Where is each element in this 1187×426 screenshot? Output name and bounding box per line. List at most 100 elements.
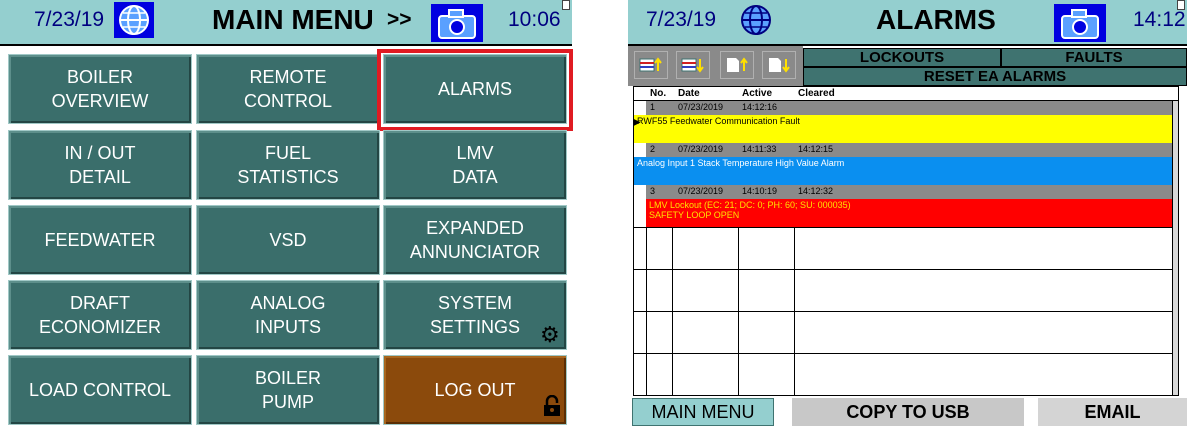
button-label: FEEDWATER xyxy=(44,230,156,250)
button-label: STATISTICS xyxy=(237,167,339,187)
expanded-annunciator-button[interactable]: EXPANDED ANNUNCIATOR xyxy=(383,205,567,275)
copy-to-usb-button[interactable]: COPY TO USB xyxy=(792,398,1024,426)
main-menu-button[interactable]: MAIN MENU xyxy=(632,398,774,426)
grid-line xyxy=(634,269,1178,270)
alarm-no: 3 xyxy=(650,186,656,196)
alarm-row-meta[interactable]: 1 07/23/2019 14:12:16 xyxy=(646,101,1178,115)
main-menu-header: 7/23/19 MAIN MENU >> 10:06 xyxy=(0,0,572,46)
vsd-button[interactable]: VSD xyxy=(196,205,380,275)
alarm-active: 14:12:16 xyxy=(742,102,778,112)
alarm-table: No. Date Active Cleared 1 07/23/2019 14:… xyxy=(633,86,1179,396)
alarm-description: Analog Input 1 Stack Temperature High Va… xyxy=(637,158,845,168)
button-label: OVERVIEW xyxy=(51,91,149,111)
lockouts-tab[interactable]: LOCKOUTS xyxy=(803,48,1001,67)
page-up-icon[interactable] xyxy=(720,51,754,79)
camera-icon[interactable] xyxy=(1054,4,1106,42)
button-label: ECONOMIZER xyxy=(38,317,161,337)
sort-table-descending-icon[interactable] xyxy=(676,51,710,79)
page-down-icon[interactable] xyxy=(762,51,796,79)
button-label: EXPANDED xyxy=(426,218,524,238)
button-label: LOG OUT xyxy=(434,380,516,400)
main-menu-screen: 7/23/19 MAIN MENU >> 10:06 BOILER OVERVIE… xyxy=(0,0,573,426)
boiler-overview-button[interactable]: BOILER OVERVIEW xyxy=(8,54,192,124)
lock-icon xyxy=(543,394,561,417)
grid-line xyxy=(634,311,1178,312)
boiler-pump-button[interactable]: BOILER PUMP xyxy=(196,355,380,425)
header-date: 7/23/19 xyxy=(34,8,105,31)
alarm-row-description[interactable]: Analog Input 1 Stack Temperature High Va… xyxy=(634,157,1178,185)
alarms-screen: 7/23/19 ALARMS 14:12 LOCKOUTS FAULTS RES… xyxy=(628,0,1187,426)
button-label: ANALOG xyxy=(250,293,326,313)
table-scrollbar[interactable] xyxy=(1172,101,1178,395)
button-label: LOAD CONTROL xyxy=(28,380,172,400)
grid-line xyxy=(634,353,1178,354)
alarm-active: 14:11:33 xyxy=(742,144,777,154)
button-label: LMV xyxy=(456,143,494,163)
button-label: INPUTS xyxy=(254,317,321,337)
grid-line xyxy=(634,227,1178,228)
alarm-cleared: 14:12:32 xyxy=(798,186,834,196)
in-out-detail-button[interactable]: IN / OUT DETAIL xyxy=(8,130,192,200)
analog-inputs-button[interactable]: ANALOG INPUTS xyxy=(196,280,380,350)
battery-icon xyxy=(1177,0,1185,10)
button-label: FUEL xyxy=(264,143,311,163)
button-label: VSD xyxy=(269,230,307,250)
sort-table-ascending-icon[interactable] xyxy=(634,51,668,79)
feedwater-button[interactable]: FEEDWATER xyxy=(8,205,192,275)
globe-icon[interactable] xyxy=(736,2,776,38)
alarm-row-meta[interactable]: 2 07/23/2019 14:11:33 14:12:15 xyxy=(646,143,1178,157)
fuel-statistics-button[interactable]: FUEL STATISTICS xyxy=(196,130,380,200)
load-control-button[interactable]: LOAD CONTROL xyxy=(8,355,192,425)
alarm-date: 07/23/2019 xyxy=(678,144,724,154)
button-label: DRAFT xyxy=(70,293,130,313)
alarm-row-meta[interactable]: 3 07/23/2019 14:10:19 14:12:32 xyxy=(646,185,1178,199)
selection-highlight xyxy=(377,49,573,131)
battery-icon xyxy=(562,0,570,10)
alarm-description: RWF55 Feedwater Communication Fault xyxy=(637,116,800,126)
col-active: Active xyxy=(742,88,773,99)
email-button[interactable]: EMAIL xyxy=(1038,398,1187,426)
faults-tab[interactable]: FAULTS xyxy=(1001,48,1187,67)
alarm-row-description[interactable]: LMV Lockout (EC: 21; DC: 0; PH: 60; SU: … xyxy=(646,199,1178,227)
col-no: No. xyxy=(650,88,667,99)
reset-ea-alarms-button[interactable]: RESET EA ALARMS xyxy=(803,67,1187,86)
header-time: 14:12 xyxy=(1133,8,1186,31)
button-label: REMOTE xyxy=(249,67,327,87)
alarm-cleared: 14:12:15 xyxy=(798,144,834,154)
alarm-date: 07/23/2019 xyxy=(678,186,724,196)
camera-icon[interactable] xyxy=(431,4,483,42)
alarm-no: 2 xyxy=(650,144,656,154)
button-label: IN / OUT xyxy=(64,143,136,163)
col-date: Date xyxy=(678,88,700,99)
button-label: BOILER xyxy=(66,67,134,87)
page-title: MAIN MENU xyxy=(212,4,374,35)
globe-icon[interactable] xyxy=(114,2,154,38)
remote-control-button[interactable]: REMOTE CONTROL xyxy=(196,54,380,124)
button-label: CONTROL xyxy=(243,91,332,111)
header-date: 7/23/19 xyxy=(646,8,717,31)
alarm-description: LMV Lockout (EC: 21; DC: 0; PH: 60; SU: … xyxy=(649,200,851,210)
button-label: ANNUNCIATOR xyxy=(409,242,541,262)
table-header: No. Date Active Cleared xyxy=(634,87,1178,101)
log-out-button[interactable]: LOG OUT xyxy=(383,355,567,425)
alarm-date: 07/23/2019 xyxy=(678,102,724,112)
page-title: ALARMS xyxy=(876,4,996,35)
button-label: SYSTEM xyxy=(437,293,512,313)
alarm-no: 1 xyxy=(650,102,656,112)
next-arrows[interactable]: >> xyxy=(387,8,412,32)
lmv-data-button[interactable]: LMV DATA xyxy=(383,130,567,200)
col-cleared: Cleared xyxy=(798,88,835,99)
alarms-header: 7/23/19 ALARMS 14:12 xyxy=(628,0,1187,46)
sort-toolbar xyxy=(628,46,803,86)
button-label: SETTINGS xyxy=(429,317,520,337)
button-label: PUMP xyxy=(261,392,314,412)
alarm-active: 14:10:19 xyxy=(742,186,778,196)
row-pointer-icon: ▶ xyxy=(633,117,641,128)
alarm-row-description[interactable]: RWF55 Feedwater Communication Fault xyxy=(634,115,1178,143)
button-label: DATA xyxy=(452,167,498,187)
header-time: 10:06 xyxy=(508,8,561,31)
alarm-description: SAFETY LOOP OPEN xyxy=(649,210,740,220)
button-label: BOILER xyxy=(254,368,322,388)
draft-economizer-button[interactable]: DRAFT ECONOMIZER xyxy=(8,280,192,350)
button-label: DETAIL xyxy=(69,167,131,187)
